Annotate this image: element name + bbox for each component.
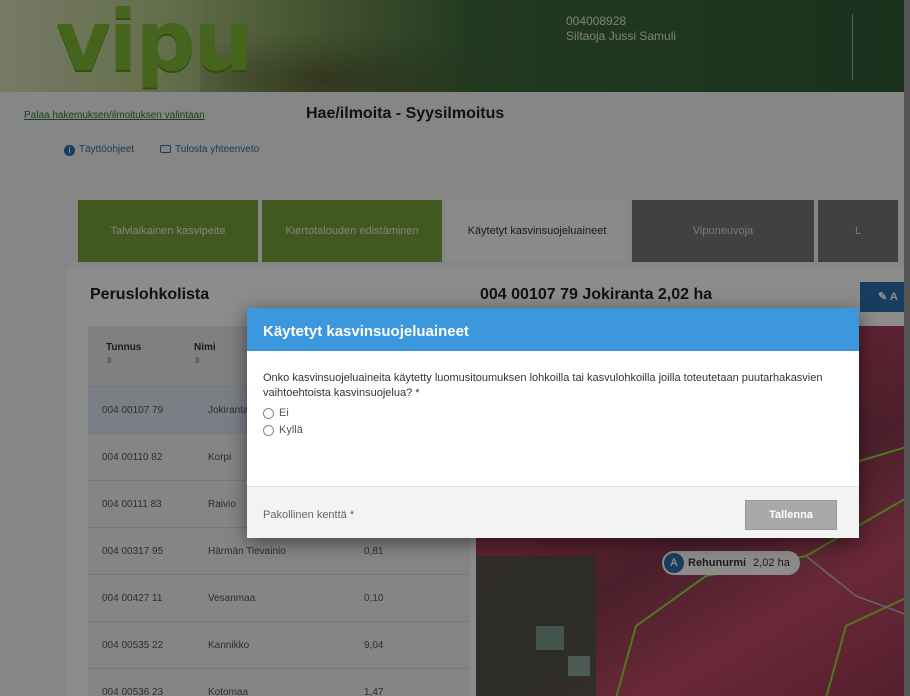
- answer-options: Ei Kyllä: [263, 407, 843, 436]
- option-ei-label: Ei: [279, 407, 289, 419]
- radio-kylla[interactable]: [263, 424, 274, 436]
- option-ei[interactable]: Ei: [263, 407, 843, 419]
- plant-protection-dialog: Käytetyt kasvinsuojeluaineet Onko kasvin…: [247, 308, 859, 538]
- option-kylla-label: Kyllä: [279, 424, 303, 436]
- required-field-note: Pakollinen kenttä *: [263, 509, 354, 521]
- dialog-body: Onko kasvinsuojeluaineita käytetty luomu…: [247, 351, 859, 436]
- dialog-title: Käytetyt kasvinsuojeluaineet: [247, 308, 859, 351]
- required-star: *: [349, 509, 355, 521]
- required-note-text: Pakollinen kenttä: [263, 509, 347, 521]
- question-text: Onko kasvinsuojeluaineita käytetty luomu…: [263, 372, 823, 399]
- radio-ei[interactable]: [263, 407, 274, 419]
- option-kylla[interactable]: Kyllä: [263, 424, 843, 436]
- window-edge: [904, 0, 910, 696]
- save-button[interactable]: Tallenna: [745, 500, 837, 530]
- dialog-footer: Pakollinen kenttä * Tallenna: [247, 486, 859, 538]
